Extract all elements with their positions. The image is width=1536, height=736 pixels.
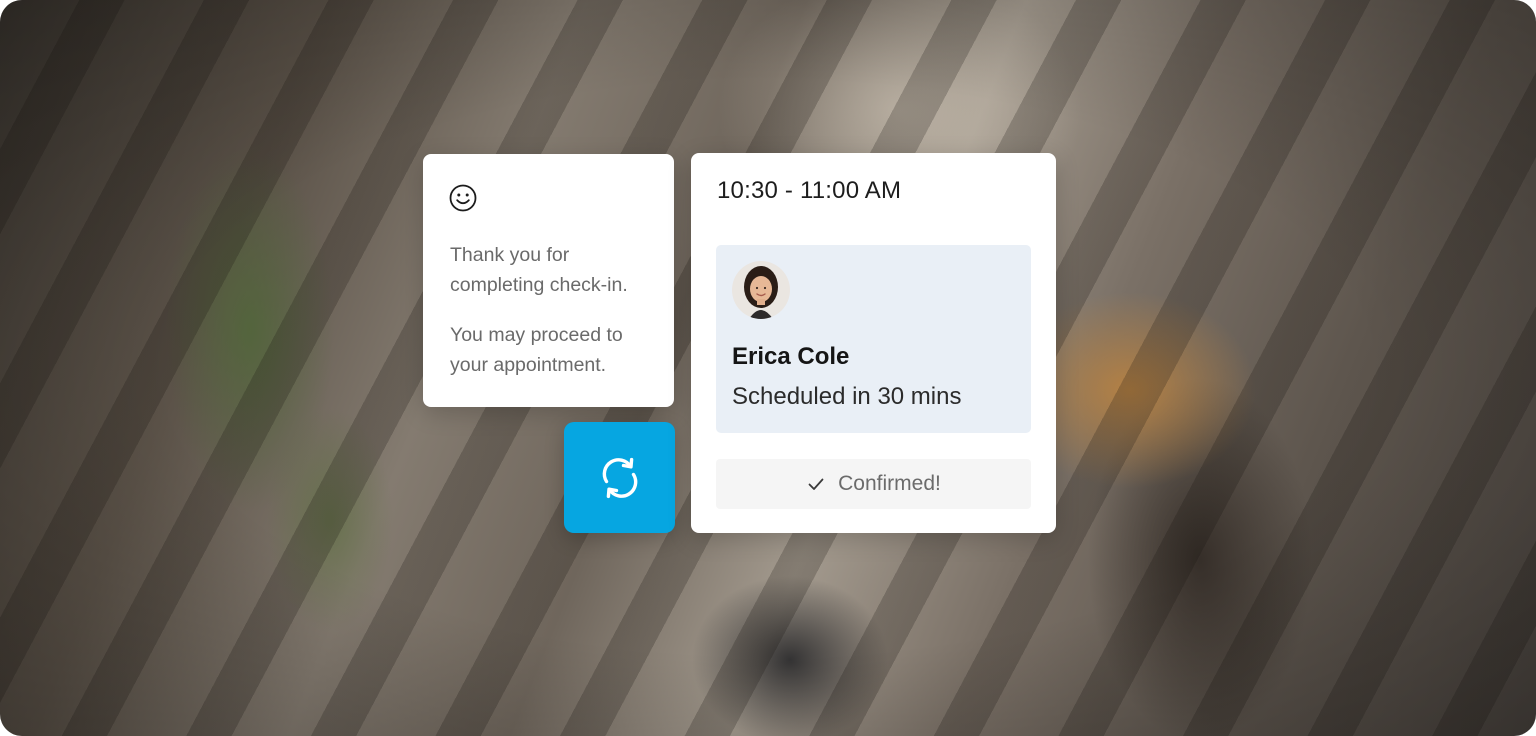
appointment-card: 10:30 - 11:00 AM Erica Cole Scheduled in…: [691, 153, 1056, 533]
confirmed-button[interactable]: Confirmed!: [716, 459, 1031, 509]
attendee-panel: Erica Cole Scheduled in 30 mins: [716, 245, 1031, 433]
attendee-name: Erica Cole: [732, 343, 850, 370]
appointment-status: Scheduled in 30 mins: [732, 383, 962, 410]
background-photo: Thank you for completing check-in. You m…: [0, 0, 1536, 736]
smiley-icon: [449, 184, 477, 212]
appointment-time: 10:30 - 11:00 AM: [717, 177, 902, 204]
checkin-message: Thank you for completing check-in.: [450, 244, 628, 296]
checkmark-icon: [808, 478, 824, 490]
refresh-icon: [602, 457, 637, 498]
checkin-instruction: You may proceed to your appointment.: [450, 324, 623, 376]
checkin-card: Thank you for completing check-in. You m…: [423, 154, 674, 407]
confirmed-label: Confirmed!: [838, 472, 941, 495]
avatar: [732, 261, 790, 319]
refresh-button[interactable]: [564, 422, 675, 533]
